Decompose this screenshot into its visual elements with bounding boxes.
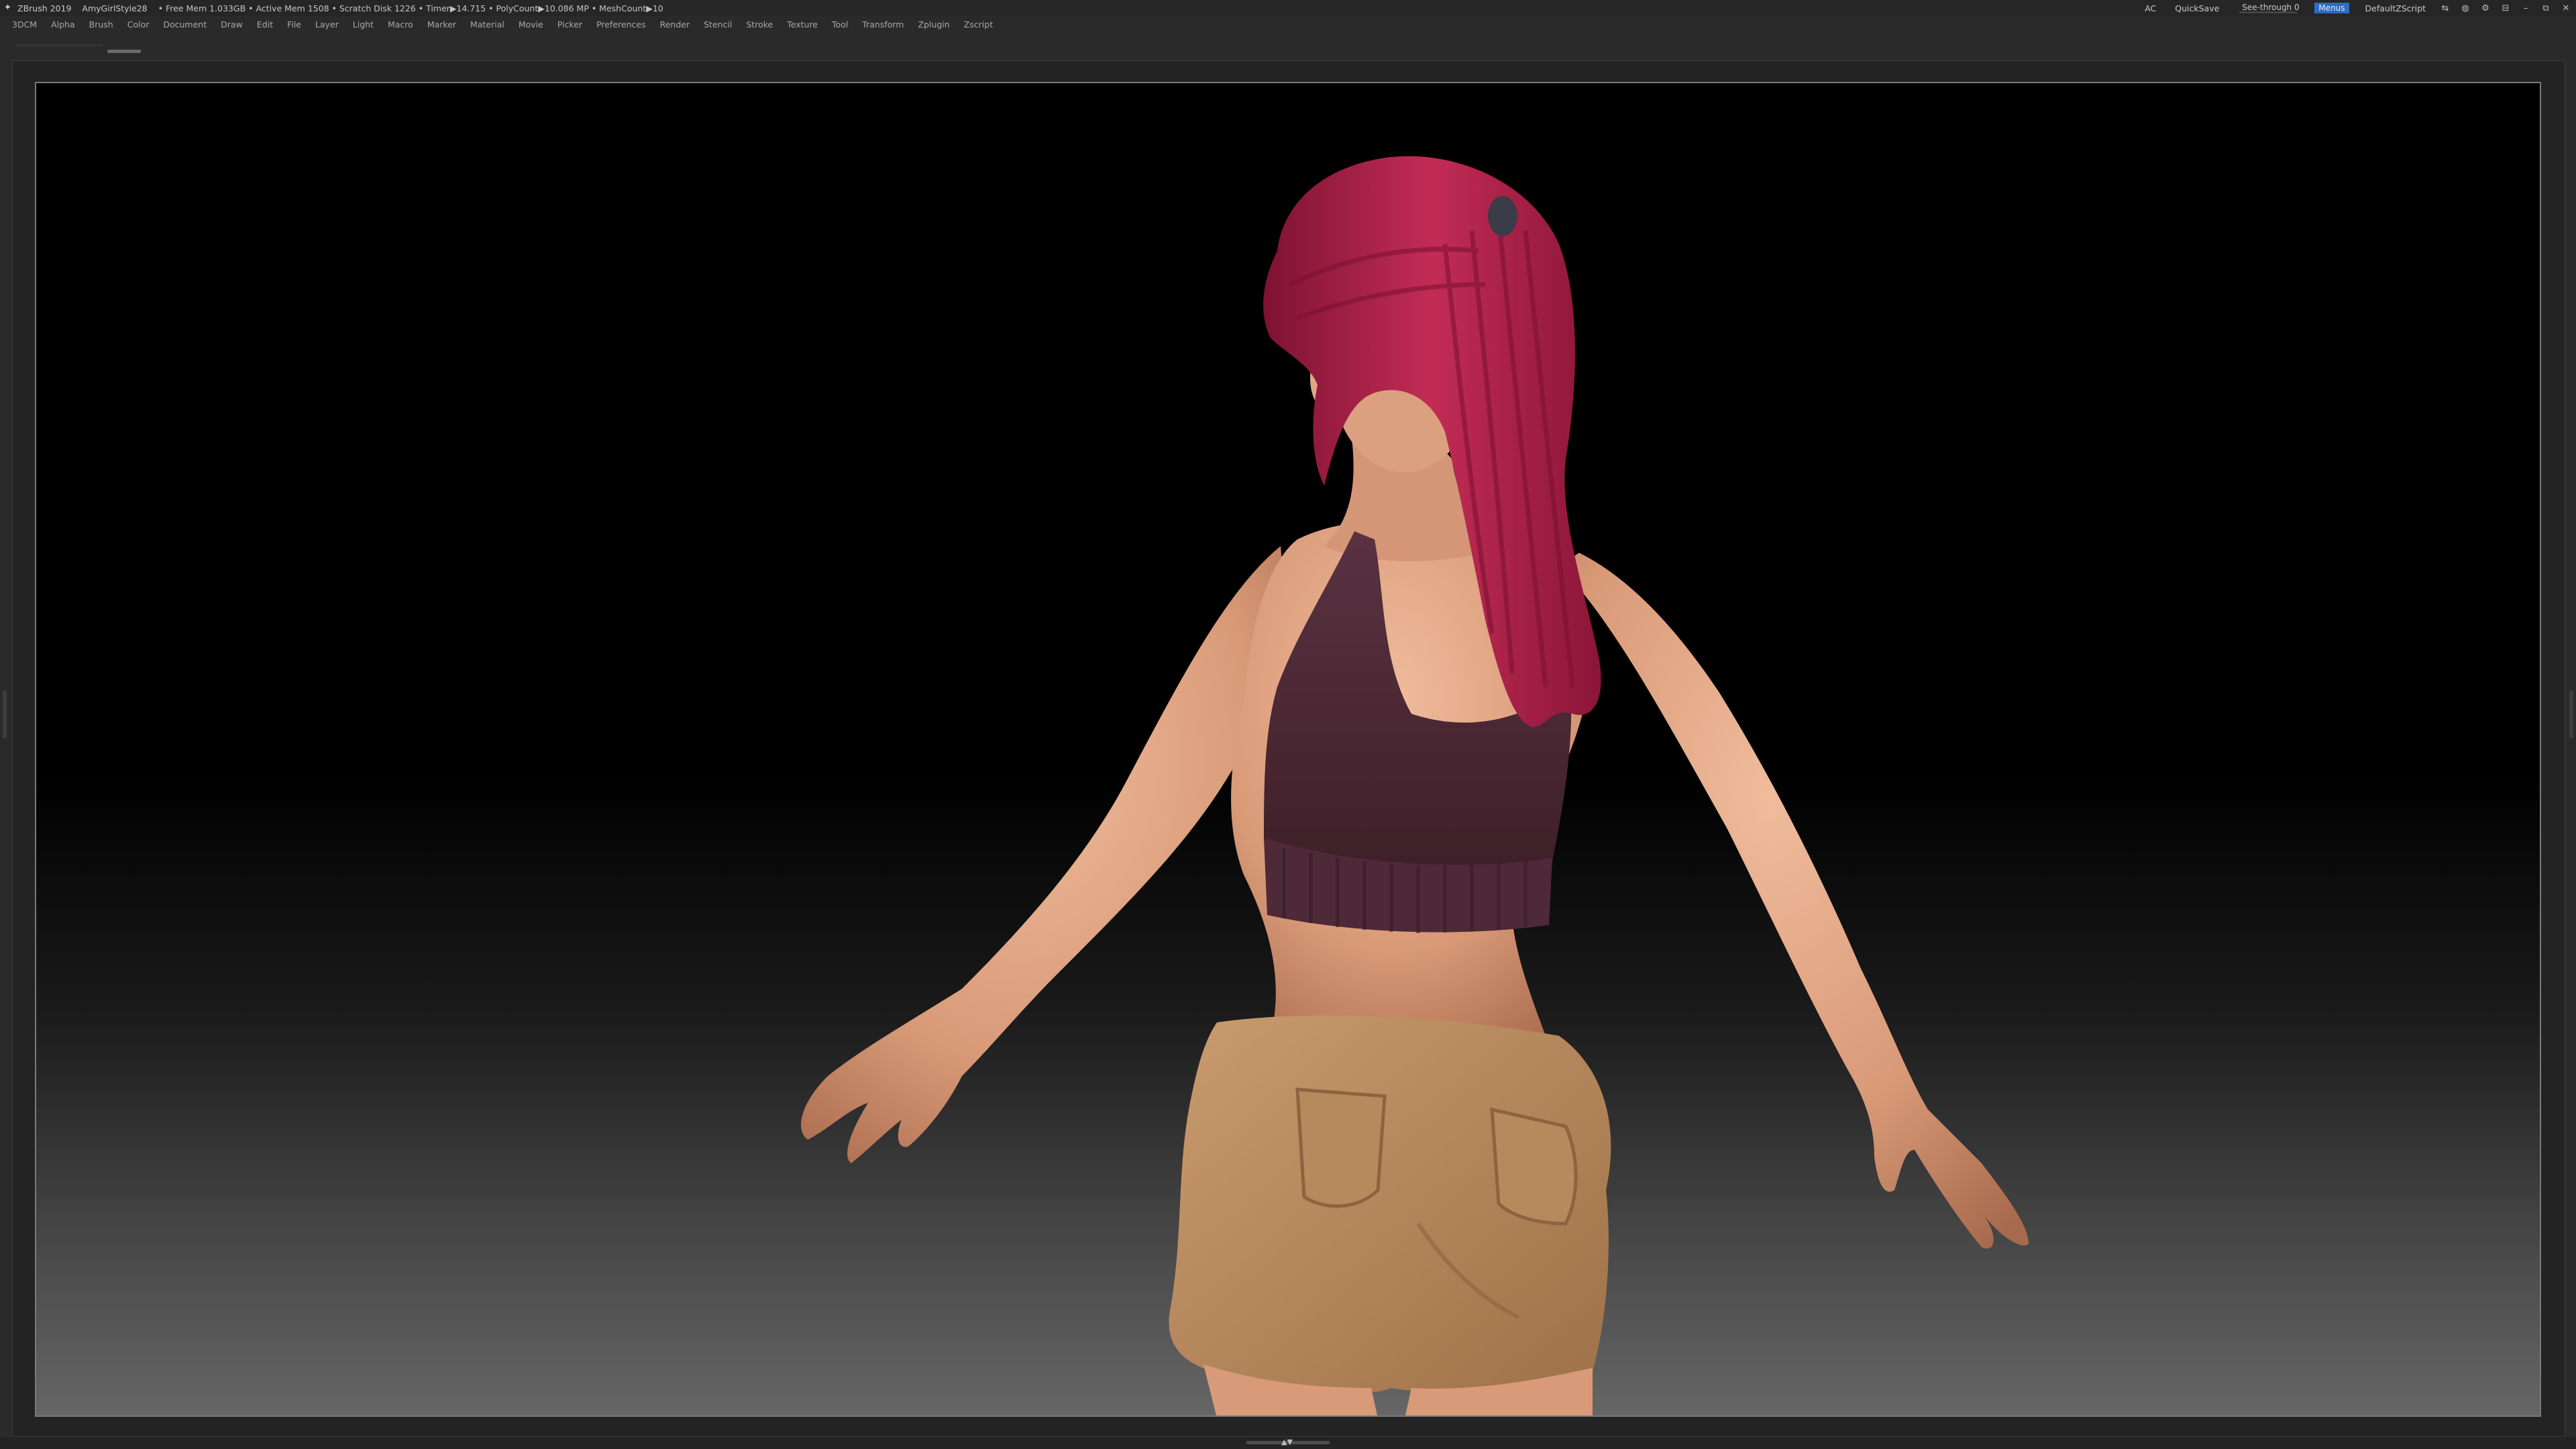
shelf-strip [0, 32, 2576, 58]
menu-item-brush[interactable]: Brush [89, 19, 113, 30]
hair-tie [1488, 196, 1517, 236]
chevron-up-icon[interactable]: ▲▼ [1281, 1438, 1293, 1446]
ac-button[interactable]: AC [2145, 3, 2156, 13]
right-arm [1559, 553, 2029, 1249]
shelf-placeholder [16, 44, 103, 46]
menu-item-preferences[interactable]: Preferences [596, 19, 646, 30]
memory-stats: • Free Mem 1.033GB • Active Mem 1508 • S… [158, 3, 663, 13]
left-tray-handle[interactable] [3, 691, 7, 738]
menu-item-color[interactable]: Color [127, 19, 150, 30]
menu-item-movie[interactable]: Movie [519, 19, 543, 30]
see-through-track [2239, 11, 2298, 13]
quicksave-button[interactable]: QuickSave [2175, 3, 2219, 13]
sculpt-model [801, 156, 2029, 1415]
menu-item-texture[interactable]: Texture [787, 19, 818, 30]
title-bar-controls: AC QuickSave See-through 0 Menus Default… [2135, 0, 2576, 16]
restore-icon[interactable]: ⧉ [2539, 3, 2553, 13]
menu-item-stencil[interactable]: Stencil [704, 19, 732, 30]
menu-bar: 3DCM Alpha Brush Color Document Draw Edit File L… [0, 16, 2576, 32]
help-icon[interactable]: ◍ [2459, 3, 2472, 13]
project-name: AmyGirlStyle28 [82, 3, 148, 13]
default-zscript-button[interactable]: DefaultZScript [2365, 3, 2426, 13]
bottom-tray: ▲▼ [0, 1437, 2576, 1449]
close-icon[interactable]: ✕ [2559, 3, 2573, 13]
menu-item-draw[interactable]: Draw [221, 19, 243, 30]
menus-toggle-button[interactable]: Menus [2314, 3, 2349, 13]
menu-item-marker[interactable]: Marker [427, 19, 456, 30]
menu-item-macro[interactable]: Macro [388, 19, 413, 30]
menu-item-alpha[interactable]: Alpha [51, 19, 75, 30]
menu-item-document[interactable]: Document [163, 19, 207, 30]
menu-item-3dcm[interactable]: 3DCM [12, 19, 37, 30]
menu-item-stroke[interactable]: Stroke [746, 19, 773, 30]
document-canvas[interactable] [35, 82, 2541, 1417]
right-tray-handle[interactable] [2569, 691, 2573, 738]
menu-item-material[interactable]: Material [470, 19, 504, 30]
shelf-drag-handle[interactable] [107, 50, 141, 53]
menu-item-file[interactable]: File [287, 19, 301, 30]
menu-item-picker[interactable]: Picker [557, 19, 582, 30]
menu-item-transform[interactable]: Transform [862, 19, 904, 30]
minimize-icon[interactable]: – [2519, 3, 2532, 13]
back-pocket-left [1295, 1087, 1387, 1208]
back-pocket-right [1490, 1107, 1578, 1226]
menu-item-zscript[interactable]: Zscript [964, 19, 993, 30]
menu-item-edit[interactable]: Edit [257, 19, 273, 30]
menu-item-zplugin[interactable]: Zplugin [918, 19, 949, 30]
zbrush-logo-icon: ✦ [4, 3, 11, 13]
see-through-slider[interactable]: See-through 0 [2239, 3, 2300, 13]
menu-item-render[interactable]: Render [660, 19, 690, 30]
settings-icon[interactable]: ⚙ [2479, 3, 2492, 13]
layout-icon[interactable]: ⇆ [2438, 3, 2452, 13]
app-name: ZBrush 2019 [17, 3, 72, 13]
title-bar: ✦ ZBrush 2019 AmyGirlStyle28 • Free Mem … [0, 0, 2576, 16]
menu-item-tool[interactable]: Tool [832, 19, 848, 30]
see-through-label: See-through 0 [2242, 3, 2300, 12]
menu-item-light[interactable]: Light [353, 19, 374, 30]
menu-item-layer[interactable]: Layer [315, 19, 339, 30]
lock-icon[interactable]: ⊟ [2499, 3, 2512, 13]
